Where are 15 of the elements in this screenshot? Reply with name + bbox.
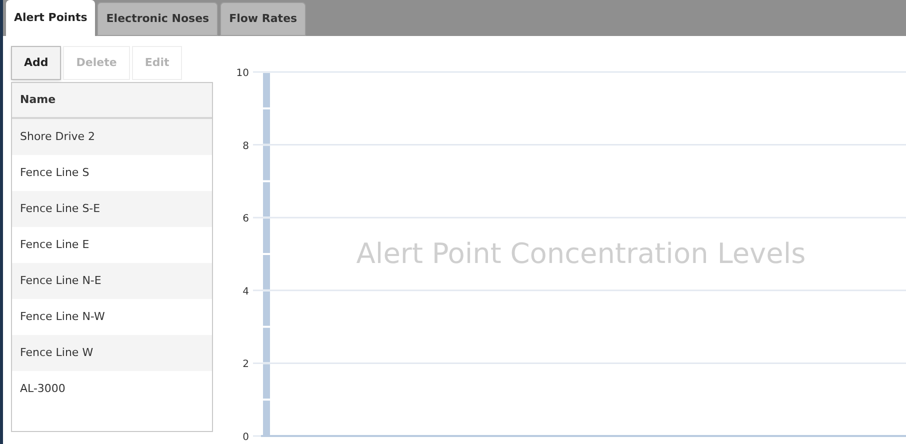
list-row[interactable]: Fence Line W — [12, 335, 212, 371]
list-row[interactable]: Fence Line N-E — [12, 263, 212, 299]
tab[interactable]: Flow Rates — [220, 2, 306, 36]
list-row[interactable]: Fence Line S-E — [12, 191, 212, 227]
list-row[interactable]: Shore Drive 2 — [12, 119, 212, 155]
y-tick-label: 2 — [242, 359, 249, 370]
y-tick-label: 0 — [242, 432, 249, 443]
column-header[interactable]: Name — [12, 83, 212, 119]
y-tick-label: 8 — [242, 140, 249, 152]
y-tick-label: 10 — [236, 68, 249, 79]
tab[interactable]: Alert Points — [6, 0, 96, 36]
y-tick-label: 6 — [242, 214, 249, 225]
y-tick-label: 4 — [242, 286, 249, 298]
tab[interactable]: Electronic Noses — [97, 2, 218, 36]
toolbar-button[interactable]: Add — [11, 46, 62, 80]
